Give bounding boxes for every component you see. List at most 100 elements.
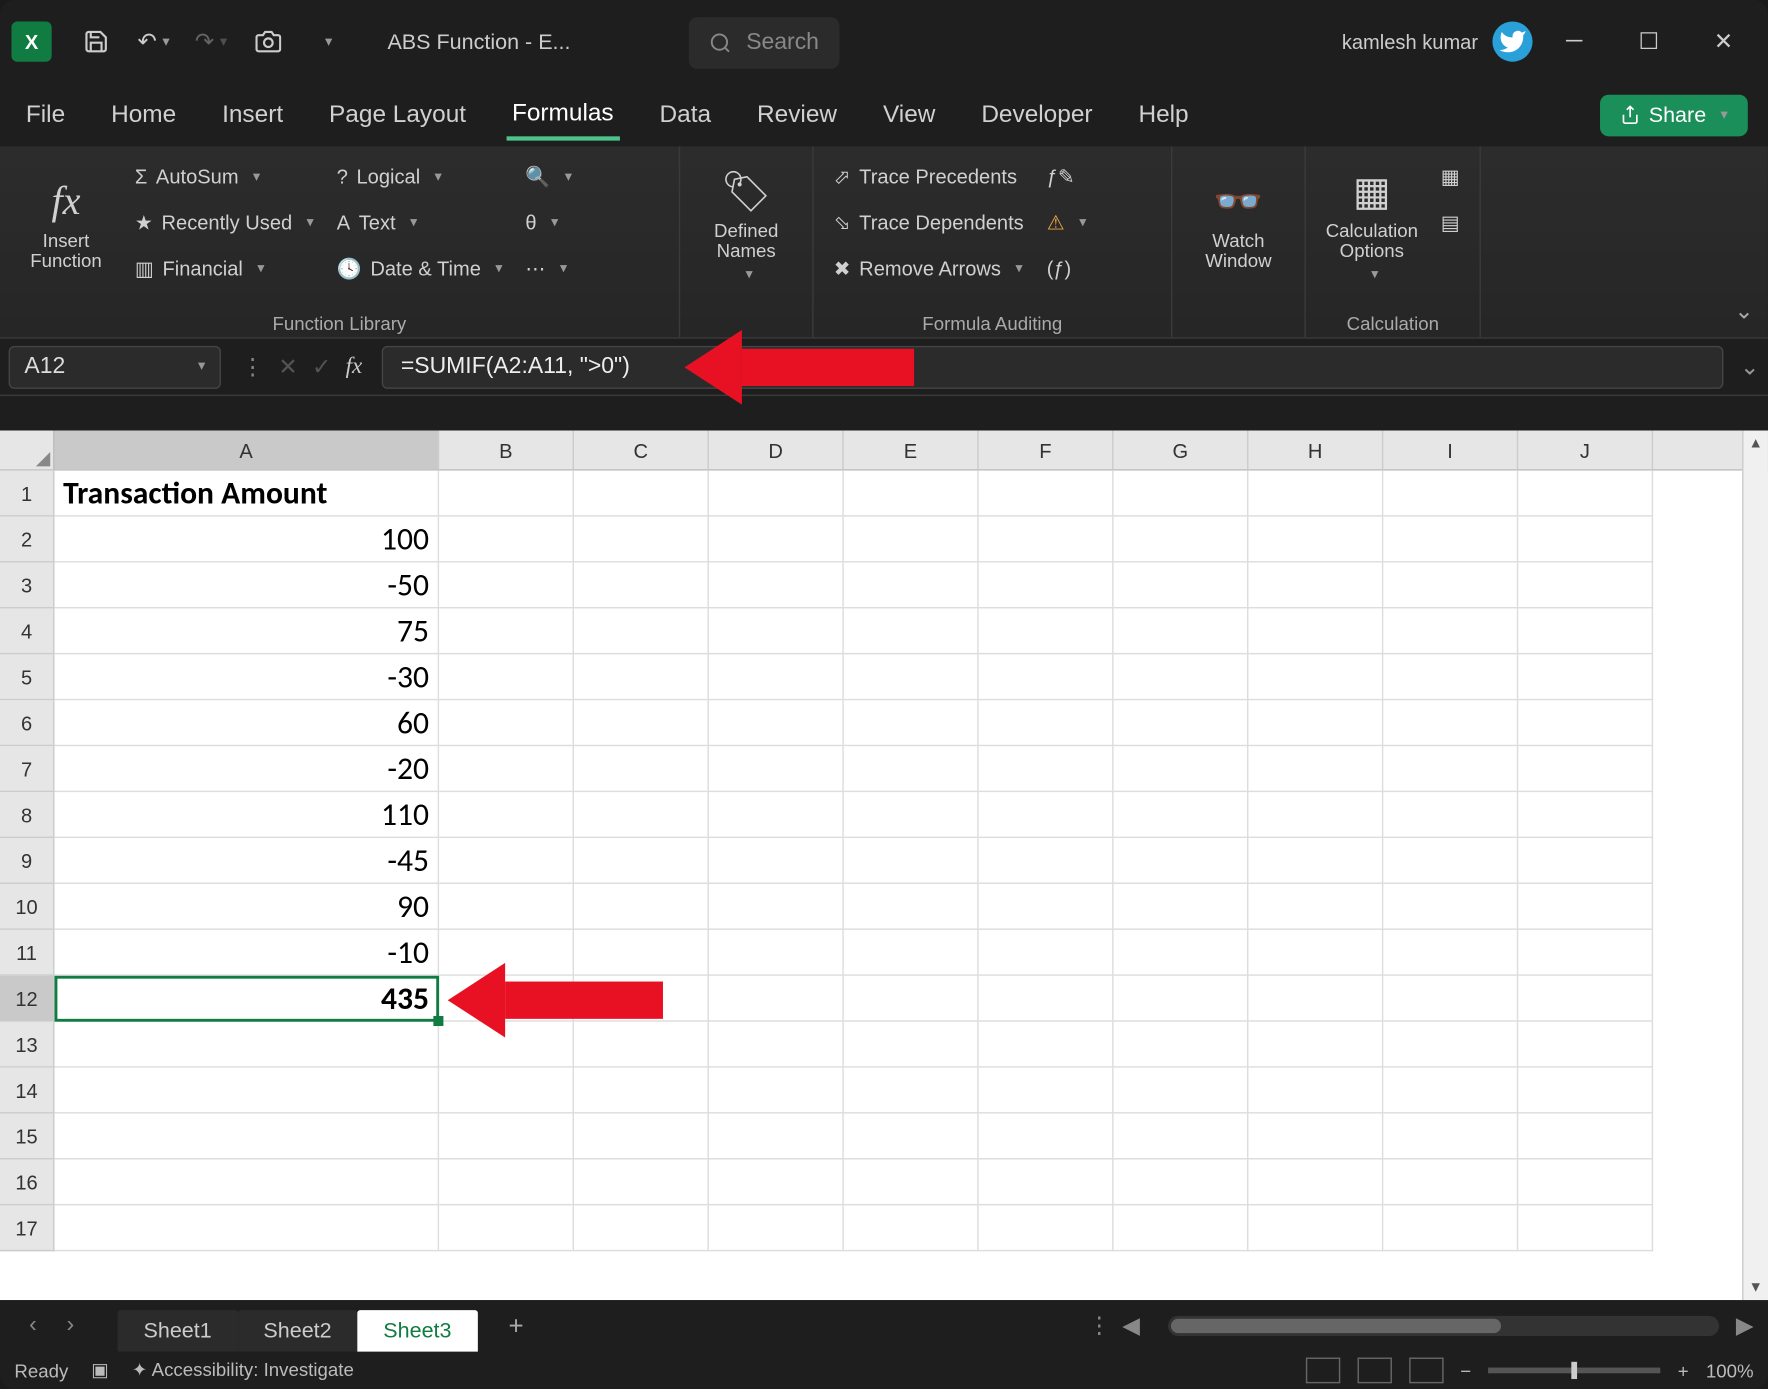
select-all-corner[interactable] xyxy=(0,430,55,469)
cell[interactable] xyxy=(844,976,979,1022)
fx-icon[interactable]: fx xyxy=(346,354,363,380)
cell[interactable] xyxy=(574,608,709,654)
macro-record-icon[interactable]: ▣ xyxy=(91,1359,109,1382)
cell[interactable] xyxy=(439,700,574,746)
cell[interactable] xyxy=(574,1022,709,1068)
cell[interactable] xyxy=(844,471,979,517)
cell[interactable] xyxy=(1248,1159,1383,1205)
col-header-C[interactable]: C xyxy=(574,430,709,469)
cell[interactable] xyxy=(979,792,1114,838)
row-header[interactable]: 14 xyxy=(0,1068,55,1114)
cell-A7[interactable]: -20 xyxy=(55,746,440,792)
cell[interactable] xyxy=(844,884,979,930)
row-header[interactable]: 4 xyxy=(0,608,55,654)
row-header[interactable]: 17 xyxy=(0,1205,55,1251)
sheet-tab-2[interactable]: Sheet2 xyxy=(238,1309,358,1351)
cell[interactable] xyxy=(979,884,1114,930)
name-box[interactable]: A12 ▾ xyxy=(9,345,221,388)
redo-icon[interactable]: ↷▾ xyxy=(187,17,236,66)
cell[interactable] xyxy=(709,1159,844,1205)
autosum-button[interactable]: ΣAutoSum▾ xyxy=(129,155,319,198)
more-functions-button[interactable]: ⋯▾ xyxy=(520,247,578,290)
calculate-now-button[interactable]: ▦ xyxy=(1435,155,1465,198)
camera-icon[interactable] xyxy=(244,17,293,66)
cell[interactable] xyxy=(1248,1022,1383,1068)
cell[interactable] xyxy=(1383,608,1518,654)
cell[interactable] xyxy=(574,700,709,746)
sheet-tab-1[interactable]: Sheet1 xyxy=(118,1309,238,1351)
recently-used-button[interactable]: ★Recently Used▾ xyxy=(129,201,319,244)
cell[interactable] xyxy=(1518,654,1653,700)
logical-button[interactable]: ?Logical▾ xyxy=(331,155,508,198)
row-header[interactable]: 7 xyxy=(0,746,55,792)
tab-view[interactable]: View xyxy=(877,92,941,138)
cell[interactable] xyxy=(439,563,574,609)
cell[interactable] xyxy=(1518,1159,1653,1205)
cell[interactable] xyxy=(709,1114,844,1160)
insert-function-button[interactable]: fx Insert Function xyxy=(14,155,117,298)
cell-A10[interactable]: 90 xyxy=(55,884,440,930)
cell[interactable] xyxy=(1518,608,1653,654)
cell[interactable] xyxy=(1248,608,1383,654)
cell[interactable] xyxy=(709,792,844,838)
cell[interactable] xyxy=(979,517,1114,563)
cell[interactable] xyxy=(709,746,844,792)
cell[interactable] xyxy=(844,700,979,746)
view-page-break-button[interactable] xyxy=(1409,1358,1443,1384)
cell[interactable] xyxy=(1383,930,1518,976)
undo-icon[interactable]: ↶▾ xyxy=(129,17,178,66)
date-time-button[interactable]: 🕓Date & Time▾ xyxy=(331,247,508,290)
cell[interactable] xyxy=(1248,1114,1383,1160)
cell[interactable] xyxy=(1518,1022,1653,1068)
cell[interactable] xyxy=(1248,471,1383,517)
scroll-up-icon[interactable]: ▲ xyxy=(1744,430,1768,456)
cell[interactable] xyxy=(1248,1068,1383,1114)
cell[interactable] xyxy=(979,1205,1114,1251)
cell[interactable] xyxy=(709,976,844,1022)
cell[interactable] xyxy=(1518,563,1653,609)
evaluate-formula-button[interactable]: (ƒ) xyxy=(1041,247,1092,290)
cell[interactable] xyxy=(709,563,844,609)
math-trig-button[interactable]: θ▾ xyxy=(520,201,578,244)
cell[interactable] xyxy=(1518,1205,1653,1251)
cell[interactable] xyxy=(1248,700,1383,746)
lookup-ref-button[interactable]: 🔍▾ xyxy=(520,155,578,198)
tab-home[interactable]: Home xyxy=(105,92,182,138)
error-checking-button[interactable]: ⚠▾ xyxy=(1041,201,1092,244)
cell[interactable] xyxy=(574,1159,709,1205)
cell[interactable] xyxy=(574,1068,709,1114)
scroll-down-icon[interactable]: ▼ xyxy=(1744,1274,1768,1300)
trace-dependents-button[interactable]: ⬂Trace Dependents xyxy=(828,201,1029,244)
cell[interactable] xyxy=(1114,471,1249,517)
col-header-J[interactable]: J xyxy=(1518,430,1653,469)
cell[interactable] xyxy=(1383,517,1518,563)
cell[interactable] xyxy=(1248,746,1383,792)
cell[interactable] xyxy=(709,884,844,930)
cell[interactable] xyxy=(709,654,844,700)
cell[interactable] xyxy=(1383,471,1518,517)
col-header-B[interactable]: B xyxy=(439,430,574,469)
col-header-G[interactable]: G xyxy=(1114,430,1249,469)
cell[interactable] xyxy=(1383,1022,1518,1068)
cell[interactable] xyxy=(574,1114,709,1160)
zoom-out-button[interactable]: − xyxy=(1460,1360,1471,1382)
cell[interactable] xyxy=(1383,1068,1518,1114)
cell[interactable] xyxy=(979,1159,1114,1205)
cell[interactable] xyxy=(1518,517,1653,563)
cell-A1[interactable]: Transaction Amount xyxy=(55,471,440,517)
save-icon[interactable] xyxy=(72,17,121,66)
row-header[interactable]: 15 xyxy=(0,1114,55,1160)
cell[interactable] xyxy=(1114,1114,1249,1160)
cell[interactable] xyxy=(1383,654,1518,700)
tab-file[interactable]: File xyxy=(20,92,71,138)
cell[interactable] xyxy=(55,1205,440,1251)
cell[interactable] xyxy=(55,1068,440,1114)
cell[interactable] xyxy=(844,1159,979,1205)
share-button[interactable]: Share ▾ xyxy=(1600,94,1748,136)
cell[interactable] xyxy=(1383,1114,1518,1160)
trace-precedents-button[interactable]: ⬀Trace Precedents xyxy=(828,155,1029,198)
cell[interactable] xyxy=(1248,517,1383,563)
cell[interactable] xyxy=(1518,471,1653,517)
col-header-D[interactable]: D xyxy=(709,430,844,469)
cell[interactable] xyxy=(1114,1159,1249,1205)
